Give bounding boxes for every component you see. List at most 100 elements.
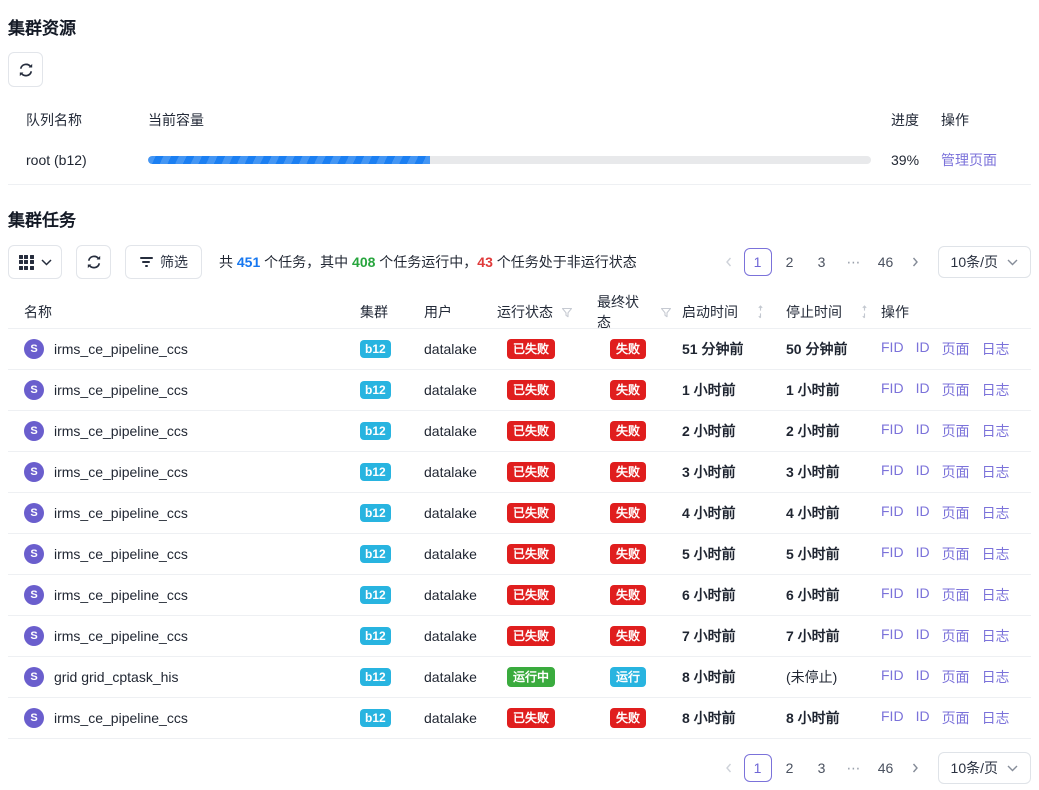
pagination-ellipsis[interactable]: ⋯: [840, 248, 868, 276]
action-link-log[interactable]: 日志: [982, 462, 1010, 482]
action-link-page[interactable]: 页面: [942, 544, 970, 564]
action-link-id[interactable]: ID: [916, 380, 930, 400]
stop-time: (未停止): [776, 667, 873, 687]
action-link-id[interactable]: ID: [916, 585, 930, 605]
action-link-id[interactable]: ID: [916, 339, 930, 359]
table-row: S irms_ce_pipeline_ccs b12 datalake 已失败 …: [8, 698, 1031, 739]
funnel-filter-icon[interactable]: [660, 307, 672, 318]
pagination-next-button[interactable]: [902, 248, 928, 276]
action-link-page[interactable]: 页面: [942, 421, 970, 441]
avatar: S: [24, 708, 44, 728]
pagination-page-1[interactable]: 1: [744, 754, 772, 782]
action-link-log[interactable]: 日志: [982, 626, 1010, 646]
manage-page-link[interactable]: 管理页面: [941, 152, 997, 168]
stop-time: 7 小时前: [776, 626, 873, 646]
row-actions: FID ID 页面日志: [873, 380, 1031, 400]
action-link-page[interactable]: 页面: [942, 503, 970, 523]
final-status-badge: 失败: [610, 708, 646, 728]
pagination-page-3[interactable]: 3: [808, 754, 836, 782]
action-link-page[interactable]: 页面: [942, 585, 970, 605]
pagination-page-3[interactable]: 3: [808, 248, 836, 276]
action-link-log[interactable]: 日志: [982, 503, 1010, 523]
cluster-badge: b12: [360, 504, 391, 522]
final-status-badge: 失败: [610, 380, 646, 400]
pagination-page-2[interactable]: 2: [776, 248, 804, 276]
pagination-page-46[interactable]: 46: [872, 754, 900, 782]
action-link-page[interactable]: 页面: [942, 626, 970, 646]
run-status-badge: 已失败: [507, 380, 555, 400]
action-link-id[interactable]: ID: [916, 421, 930, 441]
action-link-page[interactable]: 页面: [942, 339, 970, 359]
resources-row: root (b12) 39% 管理页面: [8, 136, 1031, 185]
action-link-fid[interactable]: FID: [881, 380, 904, 400]
pagination-page-2[interactable]: 2: [776, 754, 804, 782]
avatar: S: [24, 380, 44, 400]
sort-icon[interactable]: [860, 305, 869, 319]
tasks-refresh-button[interactable]: [76, 245, 111, 279]
start-time: 3 小时前: [672, 462, 776, 482]
col-user: 用户: [416, 302, 489, 322]
action-link-id[interactable]: ID: [916, 667, 930, 687]
sort-icon[interactable]: [756, 305, 765, 319]
grid-icon: [19, 255, 34, 270]
run-status-badge: 已失败: [507, 544, 555, 564]
action-link-log[interactable]: 日志: [982, 708, 1010, 728]
col-start-time: 启动时间: [672, 302, 776, 322]
pagination-ellipsis[interactable]: ⋯: [840, 754, 868, 782]
cluster-badge: b12: [360, 422, 391, 440]
stop-time: 2 小时前: [776, 421, 873, 441]
action-link-log[interactable]: 日志: [982, 421, 1010, 441]
summary-count-blue: 451: [237, 254, 260, 270]
pagination-prev-button[interactable]: [716, 248, 742, 276]
chevron-down-icon: [41, 259, 52, 266]
run-status-badge: 已失败: [507, 626, 555, 646]
action-link-log[interactable]: 日志: [982, 339, 1010, 359]
action-link-fid[interactable]: FID: [881, 585, 904, 605]
filter-button[interactable]: 筛选: [125, 245, 202, 279]
summary-text: 个任务，其中: [260, 254, 352, 270]
pagination-page-46[interactable]: 46: [872, 248, 900, 276]
action-link-fid[interactable]: FID: [881, 503, 904, 523]
queue-name: root (b12): [8, 152, 148, 168]
column-settings-button[interactable]: [8, 245, 62, 279]
action-link-fid[interactable]: FID: [881, 421, 904, 441]
action-link-page[interactable]: 页面: [942, 380, 970, 400]
action-link-fid[interactable]: FID: [881, 626, 904, 646]
run-status-badge: 已失败: [507, 339, 555, 359]
action-link-id[interactable]: ID: [916, 503, 930, 523]
row-actions: FID ID 页面日志: [873, 339, 1031, 359]
action-link-log[interactable]: 日志: [982, 585, 1010, 605]
action-link-fid[interactable]: FID: [881, 339, 904, 359]
final-status-badge: 运行: [610, 667, 646, 687]
avatar: S: [24, 421, 44, 441]
funnel-filter-icon[interactable]: [561, 307, 573, 318]
action-link-fid[interactable]: FID: [881, 667, 904, 687]
action-link-log[interactable]: 日志: [982, 667, 1010, 687]
table-row: S irms_ce_pipeline_ccs b12 datalake 已失败 …: [8, 493, 1031, 534]
action-link-page[interactable]: 页面: [942, 667, 970, 687]
action-link-page[interactable]: 页面: [942, 462, 970, 482]
cluster-badge: b12: [360, 340, 391, 358]
action-link-fid[interactable]: FID: [881, 708, 904, 728]
action-link-id[interactable]: ID: [916, 544, 930, 564]
pagination-prev-button[interactable]: [716, 754, 742, 782]
pagination-next-button[interactable]: [902, 754, 928, 782]
capacity-progress-fill: [148, 156, 430, 164]
action-link-id[interactable]: ID: [916, 708, 930, 728]
run-status-badge: 已失败: [507, 462, 555, 482]
action-link-id[interactable]: ID: [916, 462, 930, 482]
action-link-log[interactable]: 日志: [982, 380, 1010, 400]
action-link-fid[interactable]: FID: [881, 462, 904, 482]
refresh-icon: [18, 62, 34, 78]
resources-refresh-button[interactable]: [8, 52, 43, 87]
page-size-select[interactable]: 10条/页: [938, 246, 1031, 278]
page-size-select[interactable]: 10条/页: [938, 752, 1031, 784]
task-name: irms_ce_pipeline_ccs: [54, 423, 188, 439]
action-link-log[interactable]: 日志: [982, 544, 1010, 564]
pagination-page-1[interactable]: 1: [744, 248, 772, 276]
summary-count-green: 408: [352, 254, 375, 270]
action-link-page[interactable]: 页面: [942, 708, 970, 728]
task-name: irms_ce_pipeline_ccs: [54, 587, 188, 603]
action-link-fid[interactable]: FID: [881, 544, 904, 564]
action-link-id[interactable]: ID: [916, 626, 930, 646]
